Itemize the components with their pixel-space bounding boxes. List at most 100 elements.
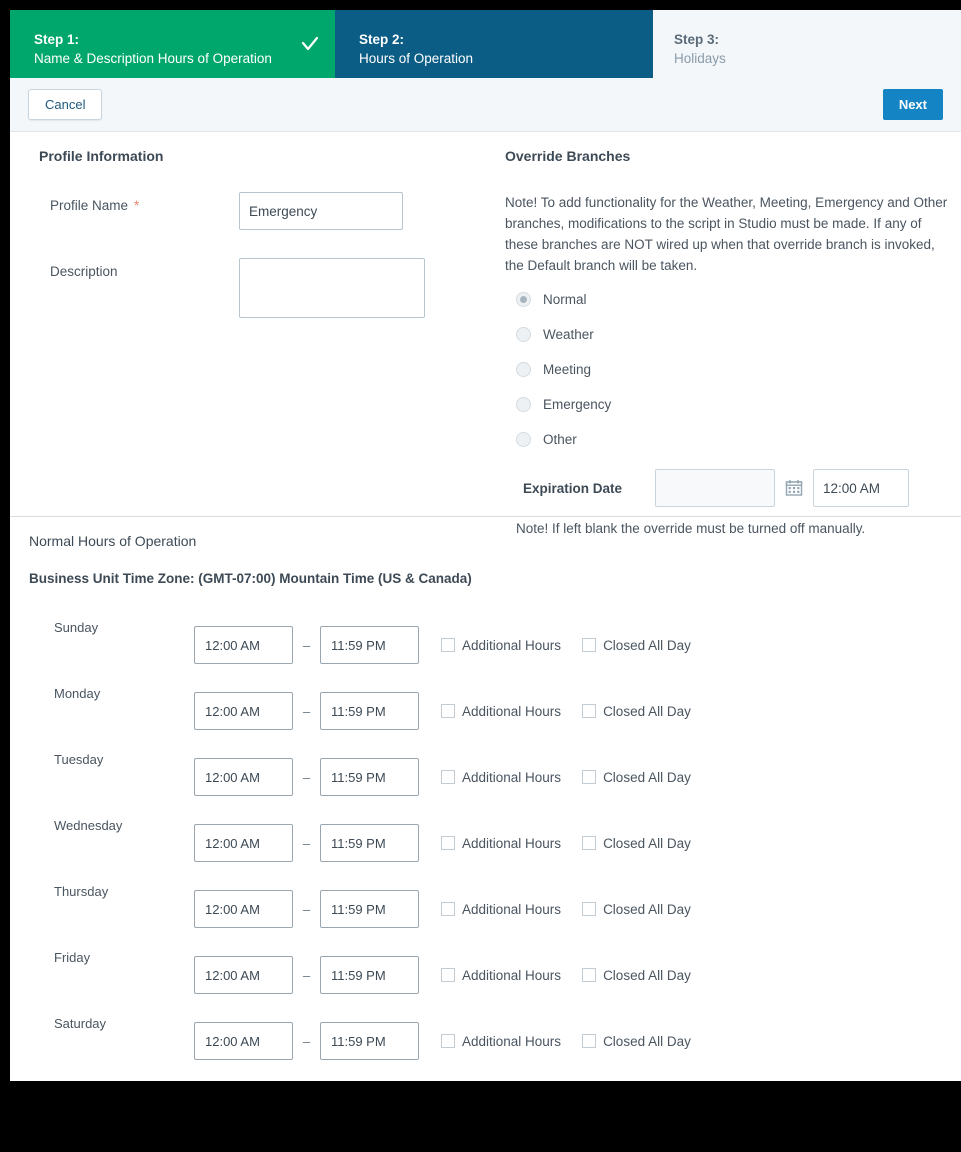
additional-hours-checkbox-wrap[interactable]: Additional Hours [441,836,561,851]
override-branch-normal-label: Normal [543,292,587,307]
additional-hours-checkbox[interactable] [441,638,455,652]
profile-name-row: Profile Name * [39,192,505,230]
cancel-button[interactable]: Cancel [28,89,103,120]
closed-all-day-checkbox[interactable] [582,968,597,982]
override-branch-meeting-label: Meeting [543,362,592,377]
override-branches-note: Note! To add functionality for the Weath… [505,195,948,273]
closed-all-day-checkbox[interactable] [582,638,597,652]
range-separator: – [302,637,311,653]
required-marker-icon: * [134,198,140,213]
profile-description-label: Description [50,264,118,279]
day-end-time-input[interactable] [320,1022,419,1060]
closed-all-day-checkbox-wrap[interactable]: Closed All Day [582,1034,691,1049]
profile-name-input[interactable] [239,192,403,230]
additional-hours-checkbox-wrap[interactable]: Additional Hours [441,704,561,719]
day-start-time-input[interactable] [194,956,293,994]
closed-all-day-checkbox-wrap[interactable]: Closed All Day [582,902,691,917]
additional-hours-checkbox[interactable] [441,1034,455,1048]
range-separator: – [302,703,311,719]
day-end-time-input[interactable] [320,692,419,730]
closed-all-day-label: Closed All Day [603,901,691,917]
expiration-date-label: Expiration Date [523,480,623,496]
override-branch-radio-group: Normal Weather Meeting Emergency Other [505,282,961,457]
day-end-time-input[interactable] [320,890,419,928]
day-end-time-input[interactable] [320,956,419,994]
range-separator: – [302,967,311,983]
closed-all-day-checkbox[interactable] [582,902,597,916]
day-end-time-input[interactable] [320,758,419,796]
closed-all-day-checkbox[interactable] [582,704,597,718]
day-label: Saturday [54,1016,107,1031]
additional-hours-checkbox[interactable] [441,704,455,718]
profile-override-panel: Profile Information Profile Name * Descri… [10,132,961,536]
additional-hours-checkbox[interactable] [441,902,455,916]
override-branch-other[interactable]: Other [505,422,961,457]
wizard-step-3[interactable]: Step 3: Holidays [650,10,961,78]
wizard-step-2-number: Step 2: [359,32,405,47]
closed-all-day-checkbox-wrap[interactable]: Closed All Day [582,836,691,851]
additional-hours-checkbox-wrap[interactable]: Additional Hours [441,638,561,653]
closed-all-day-checkbox[interactable] [582,836,597,850]
day-label: Sunday [54,620,99,635]
wizard-step-1-number: Step 1: [34,32,80,47]
additional-hours-checkbox-wrap[interactable]: Additional Hours [441,1034,561,1049]
closed-all-day-label: Closed All Day [603,967,691,983]
day-start-time-input[interactable] [194,1022,293,1060]
day-start-time-input[interactable] [194,758,293,796]
override-branches-title: Override Branches [505,148,631,164]
table-row: Wednesday – Additional Hours Closed All … [29,810,961,876]
radio-normal-icon[interactable] [516,292,531,307]
closed-all-day-label: Closed All Day [603,769,691,785]
business-unit-timezone: Business Unit Time Zone: (GMT-07:00) Mou… [29,571,472,586]
additional-hours-checkbox-wrap[interactable]: Additional Hours [441,770,561,785]
day-start-time-input[interactable] [194,692,293,730]
additional-hours-label: Additional Hours [462,769,562,785]
radio-other-icon[interactable] [516,432,531,447]
wizard-step-3-label: Holidays [674,51,726,66]
table-row: Saturday – Additional Hours Closed All D… [29,1008,961,1074]
additional-hours-checkbox[interactable] [441,968,455,982]
additional-hours-label: Additional Hours [462,703,562,719]
closed-all-day-checkbox-wrap[interactable]: Closed All Day [582,770,691,785]
closed-all-day-label: Closed All Day [603,1033,691,1049]
radio-emergency-icon[interactable] [516,397,531,412]
override-branch-weather[interactable]: Weather [505,317,961,352]
day-label: Friday [54,950,91,965]
day-start-time-input[interactable] [194,626,293,664]
day-start-time-input[interactable] [194,890,293,928]
profile-description-row: Description [39,258,505,318]
closed-all-day-checkbox-wrap[interactable]: Closed All Day [582,638,691,653]
closed-all-day-checkbox-wrap[interactable]: Closed All Day [582,968,691,983]
day-end-time-input[interactable] [320,824,419,862]
wizard-step-1[interactable]: Step 1: Name & Description Hours of Oper… [10,10,335,78]
additional-hours-checkbox[interactable] [441,836,455,850]
table-row: Sunday – Additional Hours Closed All Day [29,612,961,678]
override-branch-emergency[interactable]: Emergency [505,387,961,422]
additional-hours-checkbox-wrap[interactable]: Additional Hours [441,968,561,983]
additional-hours-label: Additional Hours [462,901,562,917]
closed-all-day-checkbox[interactable] [582,770,597,784]
override-branch-meeting[interactable]: Meeting [505,352,961,387]
day-end-time-input[interactable] [320,626,419,664]
override-branch-normal[interactable]: Normal [505,282,961,317]
additional-hours-label: Additional Hours [462,637,562,653]
next-button[interactable]: Next [882,89,943,120]
table-row: Monday – Additional Hours Closed All Day [29,678,961,744]
profile-description-input[interactable] [239,258,425,318]
expiration-time-input[interactable] [813,469,909,507]
calendar-icon[interactable] [785,479,803,497]
wizard-step-2[interactable]: Step 2: Hours of Operation [335,10,650,78]
additional-hours-checkbox-wrap[interactable]: Additional Hours [441,902,561,917]
additional-hours-checkbox[interactable] [441,770,455,784]
radio-meeting-icon[interactable] [516,362,531,377]
closed-all-day-label: Closed All Day [603,835,691,851]
day-start-time-input[interactable] [194,824,293,862]
wizard-step-2-label: Hours of Operation [359,51,474,66]
override-branch-other-label: Other [543,432,577,447]
radio-weather-icon[interactable] [516,327,531,342]
expiration-date-input[interactable] [655,469,775,507]
closed-all-day-checkbox[interactable] [582,1034,597,1048]
closed-all-day-checkbox-wrap[interactable]: Closed All Day [582,704,691,719]
profile-name-label: Profile Name * [39,192,239,213]
day-label: Thursday [54,884,109,899]
